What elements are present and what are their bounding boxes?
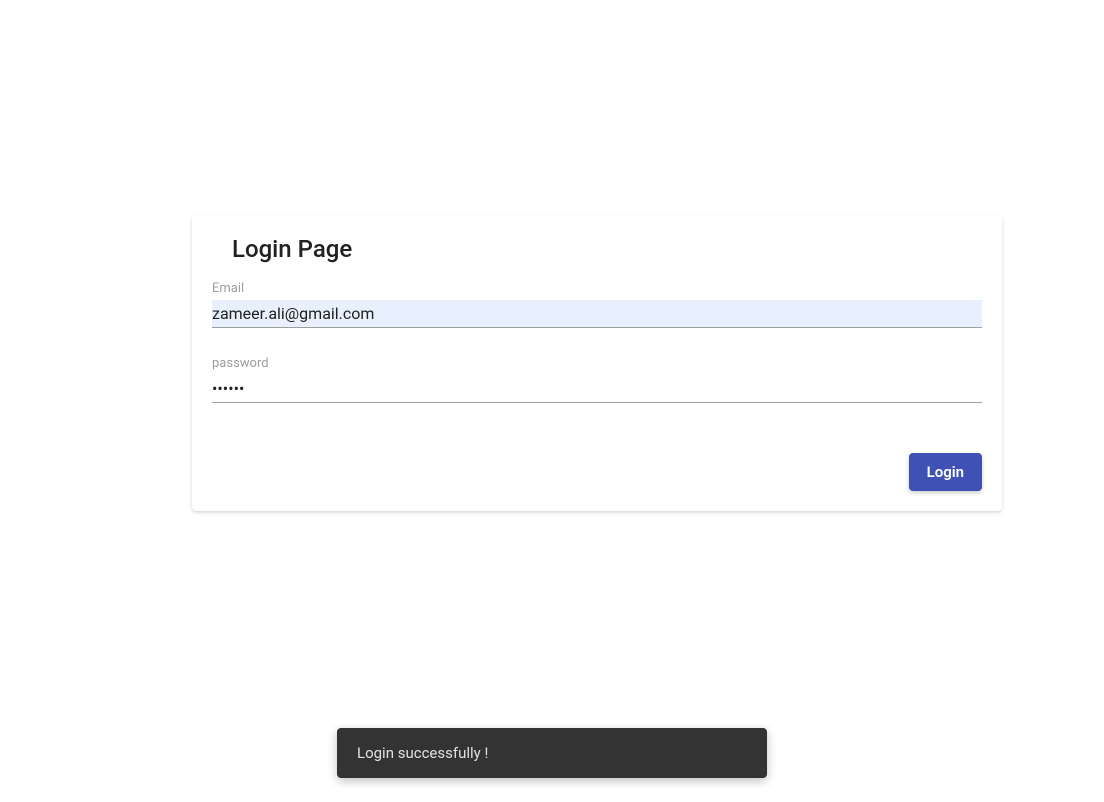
password-label: password [212,356,982,371]
email-input[interactable] [212,300,982,328]
snackbar-toast: Login successfully ! [337,728,767,778]
email-label: Email [212,281,982,296]
login-button[interactable]: Login [909,453,982,491]
page-title: Login Page [232,235,982,263]
password-input[interactable] [212,375,982,403]
snackbar-message: Login successfully ! [357,744,488,762]
password-field-wrapper: password [212,356,982,403]
card-actions: Login [212,453,982,491]
login-card: Login Page Email password Login [192,215,1002,511]
email-field-wrapper: Email [212,281,982,328]
